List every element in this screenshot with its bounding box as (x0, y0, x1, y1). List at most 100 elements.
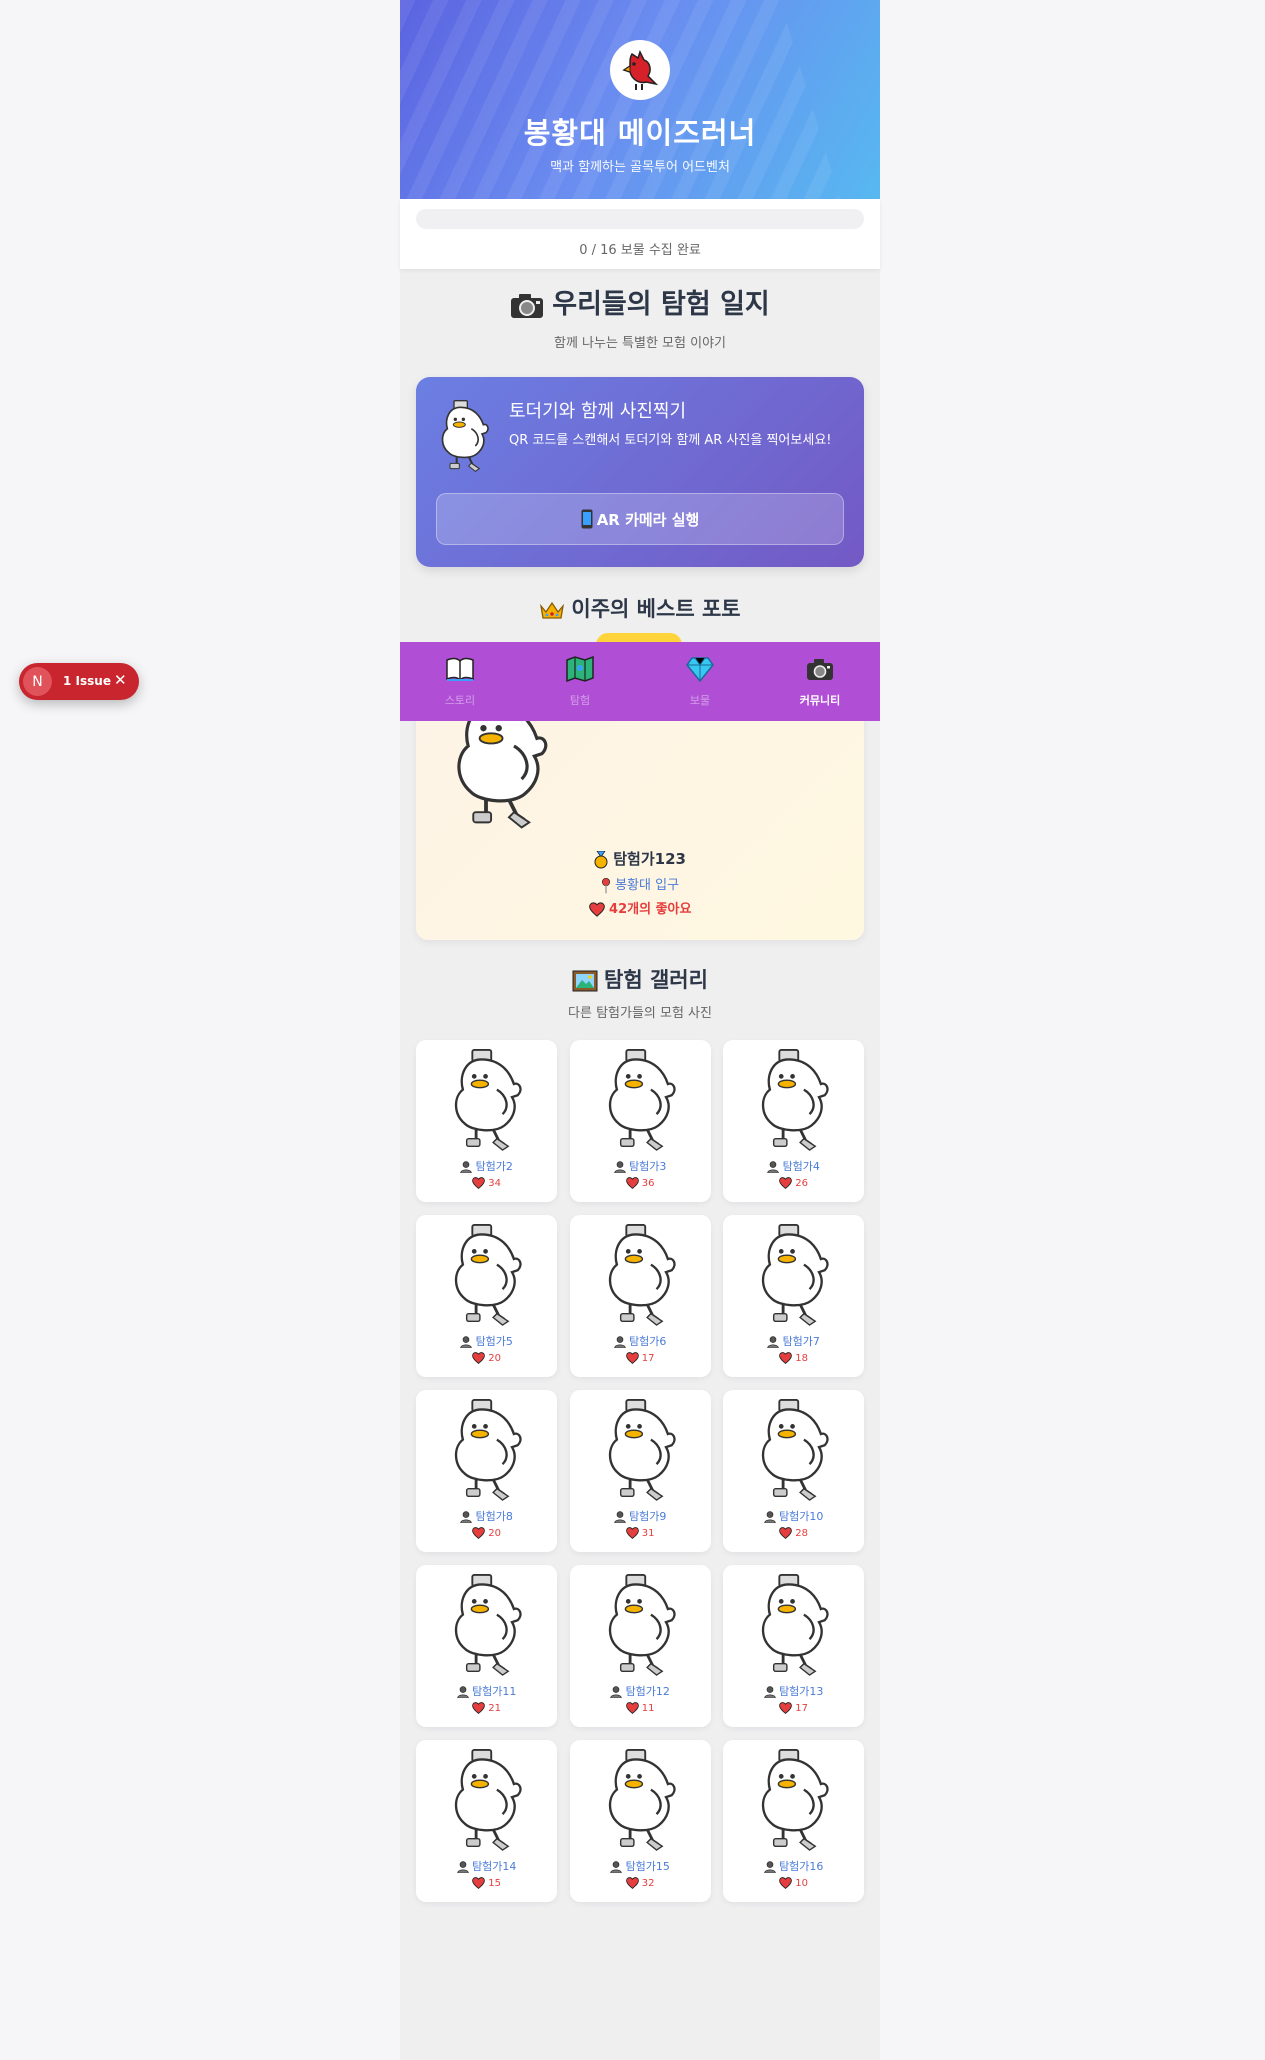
camera-icon (511, 293, 544, 318)
gallery-photo-user-name: 탐험가15 (625, 1860, 670, 1873)
todeogi-duck-image (434, 399, 494, 473)
best-photo-location-text: 봉황대 입구 (615, 878, 680, 893)
gallery-photo-likes: 32 (570, 1877, 711, 1889)
best-photo-user-name: 탐험가123 (613, 850, 686, 868)
gallery-photo-card[interactable]: 탐험가14 15 (416, 1740, 557, 1902)
gallery-photo-user: 탐험가14 (416, 1858, 557, 1874)
gallery-photo-card[interactable]: 탐험가7 18 (723, 1215, 864, 1377)
gallery-photo-user-name: 탐험가7 (782, 1335, 820, 1348)
gallery-photo-likes-count: 10 (795, 1878, 808, 1889)
gallery-photo-user: 탐험가13 (723, 1683, 864, 1699)
ar-photo-card: 토더기와 함께 사진찍기 QR 코드를 스캔해서 토더기와 함께 AR 사진을 … (416, 377, 864, 567)
best-photo-title-text: 이주의 베스트 포토 (571, 597, 741, 621)
gallery-duck-image (751, 1398, 836, 1502)
gallery-duck-image (444, 1223, 529, 1327)
person-icon (764, 1686, 776, 1698)
heart-icon (779, 1527, 792, 1539)
heart-icon (779, 1877, 792, 1889)
gallery-photo-card[interactable]: 탐험가8 20 (416, 1390, 557, 1552)
gallery-photo-user-name: 탐험가14 (472, 1860, 517, 1873)
gallery-photo-card[interactable]: 탐험가5 20 (416, 1215, 557, 1377)
gallery-photo-likes: 17 (723, 1702, 864, 1714)
heart-icon (472, 1877, 485, 1889)
gallery-photo-likes: 28 (723, 1527, 864, 1539)
gallery-photo-card[interactable]: 탐험가3 36 (569, 1040, 711, 1202)
crown-icon (540, 601, 565, 619)
gallery-photo-user: 탐험가9 (570, 1508, 711, 1524)
gallery-photo-likes: 17 (570, 1352, 711, 1364)
nav-label-story: 스토리 (444, 694, 476, 707)
gallery-photo-likes-count: 34 (488, 1178, 501, 1189)
gallery-photo-likes: 20 (416, 1352, 557, 1364)
gallery-photo-card[interactable]: 탐험가2 34 (416, 1040, 557, 1202)
cardinal-bird-icon (610, 40, 670, 100)
person-icon (460, 1161, 472, 1173)
nav-item-story[interactable]: 스토리 (400, 642, 520, 721)
person-icon (767, 1336, 779, 1348)
gallery-photo-card[interactable]: 탐험가13 17 (723, 1565, 864, 1727)
best-photo-likes: 42개의 좋아요 (416, 898, 864, 917)
gallery-photo-card[interactable]: 탐험가10 28 (723, 1390, 864, 1552)
close-icon[interactable]: ✕ (114, 671, 127, 689)
gallery-photo-user: 탐험가10 (723, 1508, 864, 1524)
person-icon (460, 1336, 472, 1348)
person-icon (610, 1861, 622, 1873)
gallery-photo-card[interactable]: 탐험가15 32 (569, 1740, 711, 1902)
gallery-duck-image (444, 1398, 529, 1502)
gallery-photo-likes-count: 20 (488, 1353, 501, 1364)
gallery-photo-card[interactable]: 탐험가11 21 (416, 1565, 557, 1727)
gallery-photo-user: 탐험가5 (416, 1333, 557, 1349)
ar-camera-button-label: AR 카메라 실행 (596, 510, 700, 529)
best-photo-likes-text: 42개의 좋아요 (609, 902, 692, 917)
nav-item-explore[interactable]: 탐험 (520, 642, 640, 721)
best-photo-card[interactable]: 탐험가123 봉황대 입구 42개의 좋아요 (416, 700, 864, 940)
heart-icon (626, 1177, 639, 1189)
person-icon (610, 1686, 622, 1698)
heart-icon (472, 1702, 485, 1714)
progress-text: 0 / 16 보물 수집 완료 (579, 243, 701, 258)
gallery-photo-likes: 11 (570, 1702, 711, 1714)
gallery-photo-likes: 21 (416, 1702, 557, 1714)
medal-icon (594, 850, 608, 868)
gallery-photo-user: 탐험가3 (570, 1158, 711, 1174)
gallery-photo-user: 탐험가11 (416, 1683, 557, 1699)
gallery-photo-card[interactable]: 탐험가12 11 (569, 1565, 711, 1727)
gallery-duck-image (598, 1048, 683, 1152)
gallery-photo-likes-count: 11 (641, 1703, 655, 1714)
nav-item-treasure[interactable]: 보물 (640, 642, 760, 721)
person-icon (457, 1686, 469, 1698)
gallery-photo-user-name: 탐험가4 (782, 1160, 820, 1173)
gallery-photo-likes: 31 (570, 1527, 711, 1539)
gallery-photo-card[interactable]: 탐험가16 10 (723, 1740, 864, 1902)
dev-issues-button[interactable]: N 1 Issue ✕ (19, 663, 139, 700)
gallery-photo-user: 탐험가4 (723, 1158, 864, 1174)
heart-icon (626, 1877, 639, 1889)
heart-icon (472, 1527, 485, 1539)
ar-camera-button[interactable]: AR 카메라 실행 (436, 493, 844, 545)
gallery-photo-likes: 26 (723, 1177, 864, 1189)
gallery-photo-likes-count: 17 (795, 1703, 808, 1714)
nav-label-explore: 탐험 (569, 694, 591, 707)
person-icon (460, 1511, 472, 1523)
gallery-photo-card[interactable]: 탐험가6 17 (569, 1215, 711, 1377)
nav-item-community[interactable]: 커뮤니티 (760, 642, 880, 721)
gallery-photo-user: 탐험가8 (416, 1508, 557, 1524)
gallery-photo-card[interactable]: 탐험가9 31 (569, 1390, 711, 1552)
person-icon (767, 1161, 779, 1173)
person-icon (457, 1861, 469, 1873)
gallery-duck-image (751, 1048, 836, 1152)
nextjs-logo-icon: N (23, 667, 52, 696)
gallery-duck-image (444, 1748, 529, 1852)
gallery-photo-user: 탐험가12 (570, 1683, 711, 1699)
heart-icon (472, 1177, 485, 1189)
gallery-photo-card[interactable]: 탐험가4 26 (723, 1040, 864, 1202)
progress-bar (416, 209, 864, 229)
gem-icon (686, 657, 714, 682)
gallery-photo-user-name: 탐험가3 (629, 1160, 667, 1173)
gallery-duck-image (444, 1573, 529, 1677)
gallery-photo-likes: 18 (723, 1352, 864, 1364)
gallery-photo-likes-count: 21 (488, 1703, 501, 1714)
gallery-duck-image (444, 1048, 529, 1152)
gallery-photo-likes: 20 (416, 1527, 557, 1539)
gallery-photo-likes-count: 32 (641, 1878, 655, 1889)
